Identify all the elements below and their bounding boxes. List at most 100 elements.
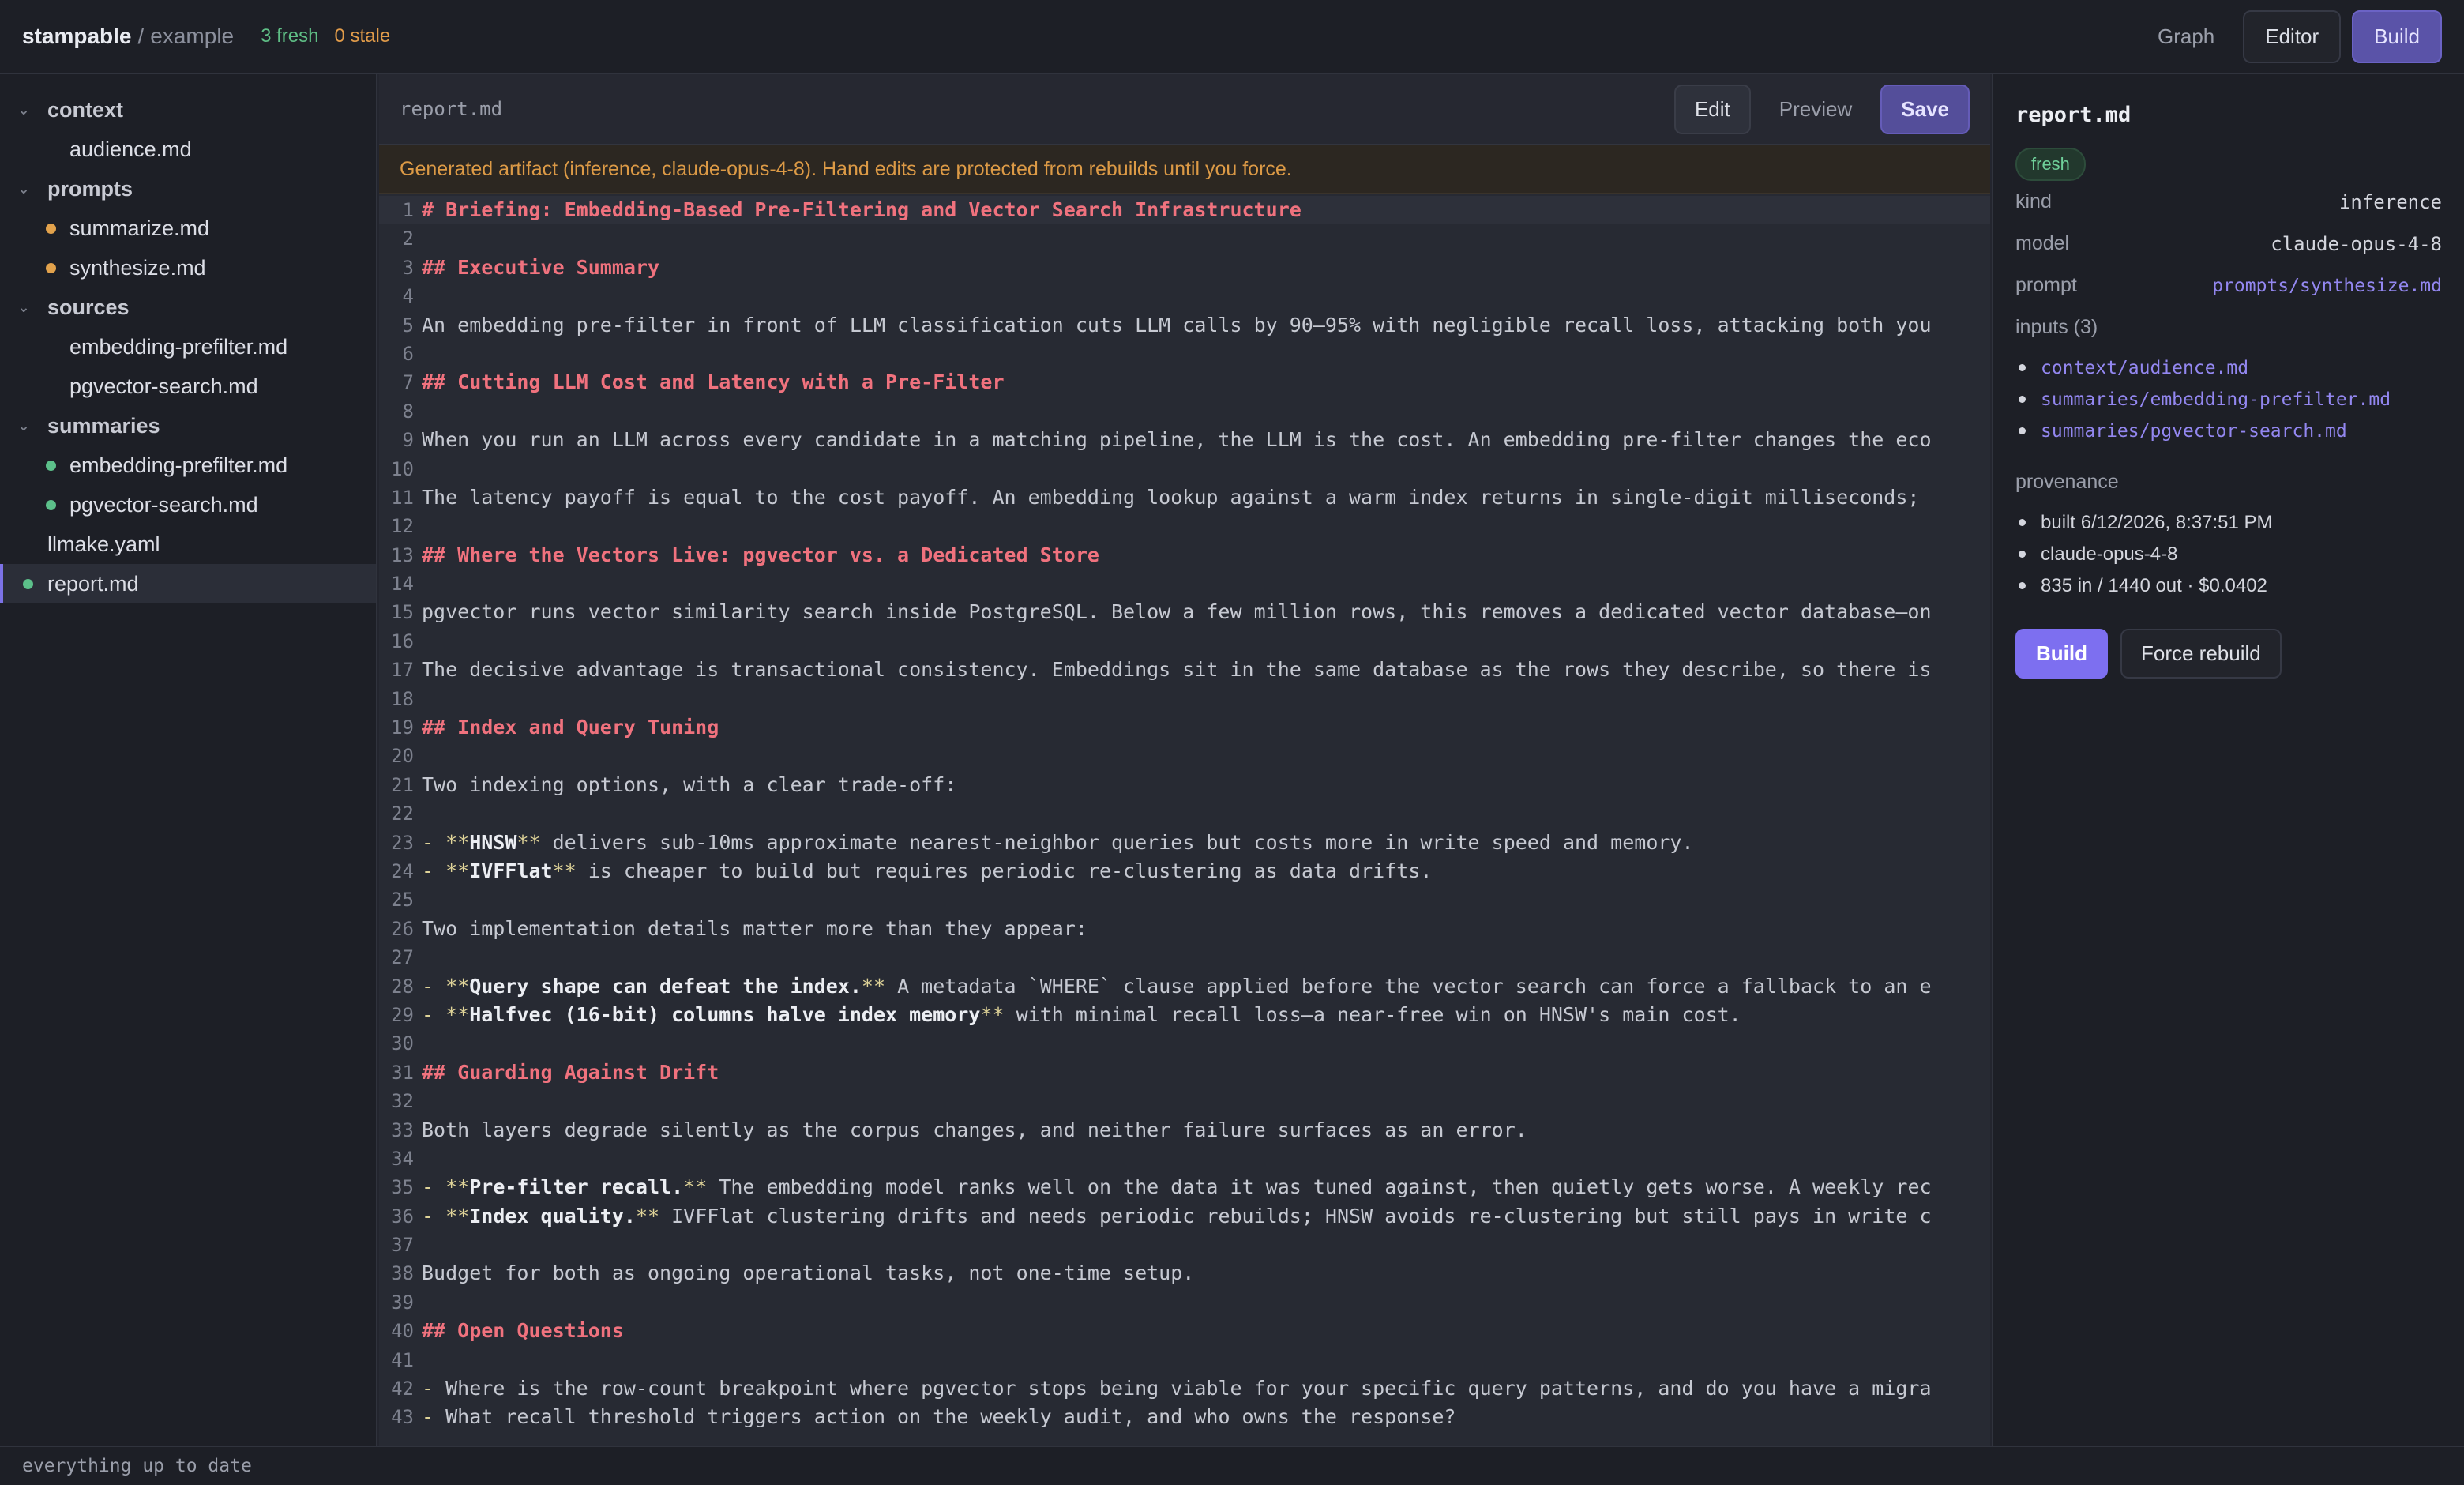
line-number: 28 — [391, 975, 414, 998]
line-number: 6 — [402, 342, 414, 365]
file-pgvector-search[interactable]: pgvector-search.md — [0, 485, 376, 524]
line-number: 13 — [391, 543, 414, 566]
code-line: 24- **IVFFlat** is cheaper to build but … — [379, 857, 1990, 885]
line-text: - **IVFFlat** is cheaper to build but re… — [414, 857, 1432, 885]
file-report[interactable]: report.md — [0, 564, 376, 603]
chevron-down-icon[interactable]: ⌄ — [16, 181, 32, 197]
input-link[interactable]: context/audience.md — [2041, 358, 2248, 378]
plain-text: The latency payoff is equal to the cost … — [422, 485, 1920, 509]
line-number: 29 — [391, 1003, 414, 1026]
code-line: 35- **Pre-filter recall.** The embedding… — [379, 1173, 1990, 1201]
line-number: 16 — [391, 630, 414, 652]
code-line: 28- **Query shape can defeat the index.*… — [379, 972, 1990, 1001]
input-item: summaries/embedding-prefilter.md — [2015, 384, 2442, 415]
file-label: audience.md — [69, 137, 192, 161]
chevron-down-icon[interactable]: ⌄ — [16, 299, 32, 316]
line-text — [414, 512, 422, 540]
line-number: 8 — [402, 400, 414, 423]
code-line: 20 — [379, 742, 1990, 770]
plain-text: pgvector runs vector similarity search i… — [422, 600, 1932, 624]
file-label: summarize.md — [69, 216, 210, 240]
file-synthesize[interactable]: synthesize.md — [0, 248, 376, 288]
code-line: 17 The decisive advantage is transactiona… — [379, 656, 1990, 684]
code-line: 12 — [379, 512, 1990, 540]
folder-label: prompts — [47, 176, 133, 201]
code-line: 23- **HNSW** delivers sub-10ms approxima… — [379, 829, 1990, 857]
line-text: The latency payoff is equal to the cost … — [414, 483, 1919, 512]
code-line: 36- **Index quality.** IVFFlat clusterin… — [379, 1202, 1990, 1231]
code-line: 9 When you run an LLM across every candid… — [379, 426, 1990, 454]
file-audience[interactable]: audience.md — [0, 130, 376, 169]
file-label: pgvector-search.md — [69, 374, 258, 398]
code-line: 5 An embedding pre-filter in front of LLM… — [379, 311, 1990, 340]
line-number: 11 — [391, 486, 414, 509]
folder-summaries[interactable]: ⌄ summaries — [0, 406, 376, 446]
markdown-marker: ** — [516, 830, 541, 854]
line-number: 5 — [402, 314, 414, 336]
markdown-marker: - ** — [422, 830, 470, 854]
markdown-marker: ** — [552, 859, 577, 882]
code-line: 39 — [379, 1288, 1990, 1317]
file-summarize[interactable]: summarize.md — [0, 209, 376, 248]
input-link[interactable]: summaries/pgvector-search.md — [2041, 421, 2347, 442]
file-embedding-prefilter[interactable]: embedding-prefilter.md — [0, 327, 376, 367]
input-item: summaries/pgvector-search.md — [2015, 415, 2442, 447]
file-label: pgvector-search.md — [69, 492, 258, 517]
file-embedding-prefilter[interactable]: embedding-prefilter.md — [0, 446, 376, 485]
folder-label: sources — [47, 295, 130, 319]
provenance-item: claude-opus-4-8 — [2015, 539, 2442, 570]
folder-sources[interactable]: ⌄ sources — [0, 288, 376, 327]
folder-context[interactable]: ⌄ context — [0, 90, 376, 130]
code-line: 31 ## Guarding Against Drift — [379, 1058, 1990, 1087]
code-line: 41 — [379, 1346, 1990, 1374]
folder-prompts[interactable]: ⌄ prompts — [0, 169, 376, 209]
input-link[interactable]: summaries/embedding-prefilter.md — [2041, 389, 2391, 410]
chevron-down-icon[interactable]: ⌄ — [16, 102, 32, 118]
code-editor[interactable]: 1 # Briefing: Embedding-Based Pre-Filteri… — [379, 196, 1990, 1446]
code-line: 25 — [379, 885, 1990, 914]
line-number: 31 — [391, 1061, 414, 1084]
fresh-status-dot-icon — [46, 499, 56, 510]
line-number: 4 — [402, 285, 414, 308]
code-line: 3 ## Executive Summary — [379, 254, 1990, 282]
inspector-build-button[interactable]: Build — [2015, 629, 2108, 679]
edit-mode-button[interactable]: Edit — [1673, 84, 1751, 134]
prompt-link[interactable]: prompts/synthesize.md — [2212, 276, 2442, 296]
file-llmake[interactable]: llmake.yaml — [0, 524, 376, 564]
folder-label: summaries — [47, 413, 160, 438]
code-line: 18 — [379, 685, 1990, 713]
line-text: - **Index quality.** IVFFlat clustering … — [414, 1202, 1932, 1231]
line-text — [414, 685, 422, 713]
code-line: 40 ## Open Questions — [379, 1317, 1990, 1345]
line-number: 20 — [391, 745, 414, 768]
line-text — [414, 1346, 422, 1374]
model-label: model — [2015, 232, 2070, 254]
code-line: 38 Budget for both as ongoing operational… — [379, 1259, 1990, 1288]
code-line: 21 Two indexing options, with a clear tra… — [379, 771, 1990, 799]
code-line: 6 — [379, 340, 1990, 368]
force-rebuild-button[interactable]: Force rebuild — [2120, 629, 2282, 679]
graph-tab[interactable]: Graph — [2140, 12, 2232, 62]
chevron-down-icon[interactable]: ⌄ — [16, 418, 32, 434]
line-number: 21 — [391, 773, 414, 796]
plain-text: Both layers degrade silently as the corp… — [422, 1118, 1527, 1141]
plain-text: A metadata `WHERE` clause applied before… — [885, 974, 1932, 998]
markdown-heading: # Briefing: Embedding-Based Pre-Filterin… — [422, 198, 1301, 221]
line-text: The decisive advantage is transactional … — [414, 656, 1932, 684]
markdown-marker: - ** — [422, 974, 470, 998]
file-pgvector-search[interactable]: pgvector-search.md — [0, 367, 376, 406]
editor-tab[interactable]: Editor — [2243, 9, 2342, 63]
file-label: report.md — [47, 571, 139, 596]
plain-text: with minimal recall loss—a near-free win… — [1004, 1002, 1741, 1026]
line-text — [414, 742, 422, 770]
line-text: Both layers degrade silently as the corp… — [414, 1116, 1527, 1145]
line-text: Budget for both as ongoing operational t… — [414, 1259, 1194, 1288]
build-button[interactable]: Build — [2352, 9, 2442, 63]
markdown-heading: ## Index and Query Tuning — [422, 716, 719, 739]
markdown-marker: - ** — [422, 1002, 470, 1026]
provenance-text: 835 in / 1440 out · $0.0402 — [2041, 575, 2267, 596]
preview-mode-button[interactable]: Preview — [1760, 86, 1871, 133]
line-number: 17 — [391, 659, 414, 682]
save-button[interactable]: Save — [1880, 84, 1970, 134]
top-nav: Graph Editor Build — [2140, 9, 2442, 63]
